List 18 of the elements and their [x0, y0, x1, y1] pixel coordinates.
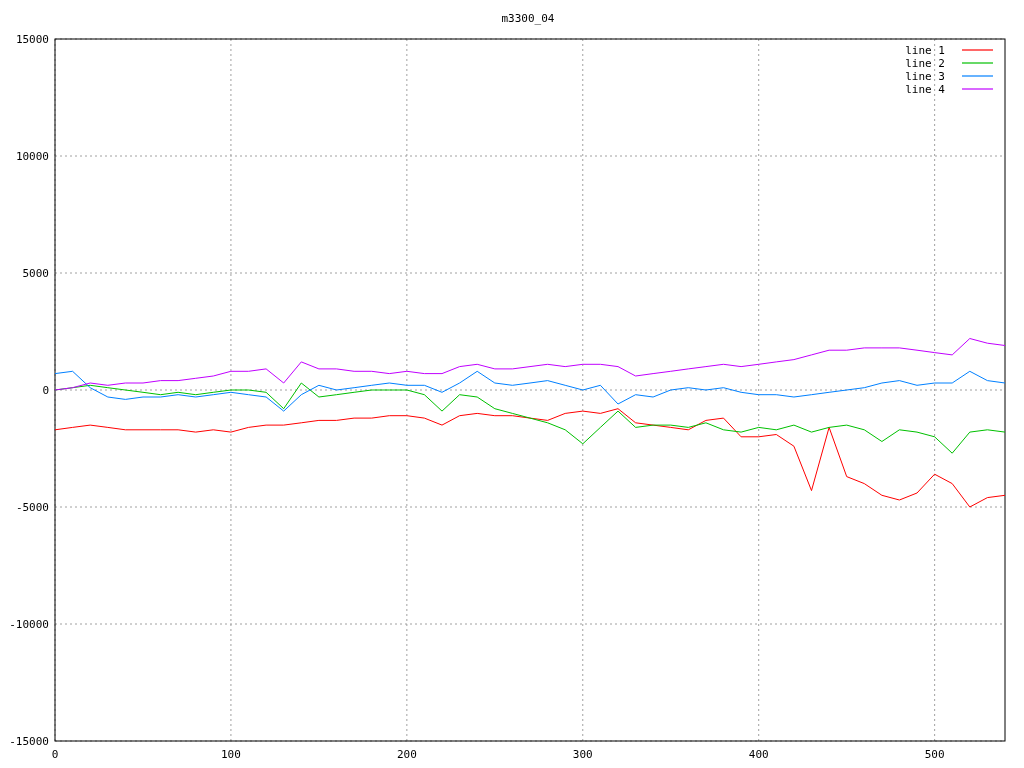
y-tick-label: 15000: [15, 33, 49, 46]
legend-label: line 3: [905, 70, 945, 83]
x-tick-label: 400: [748, 748, 769, 761]
x-tick-label: 100: [221, 748, 241, 761]
x-tick-label: 0: [51, 748, 59, 761]
y-tick-label: -5000: [15, 501, 49, 514]
y-tick-label: 10000: [15, 150, 49, 163]
chart-title: m3300_04: [501, 12, 555, 25]
x-tick-label: 200: [396, 748, 417, 761]
y-tick-label: -10000: [9, 618, 49, 631]
legend-label: line 1: [905, 44, 945, 57]
x-tick-label: 500: [924, 748, 945, 761]
y-tick-label: 5000: [22, 267, 49, 280]
legend-label: line 4: [905, 83, 945, 96]
y-tick-label: 0: [42, 384, 49, 397]
x-tick-label: 300: [572, 748, 593, 761]
legend-label: line 2: [905, 57, 945, 70]
y-tick-label: -15000: [9, 735, 49, 748]
